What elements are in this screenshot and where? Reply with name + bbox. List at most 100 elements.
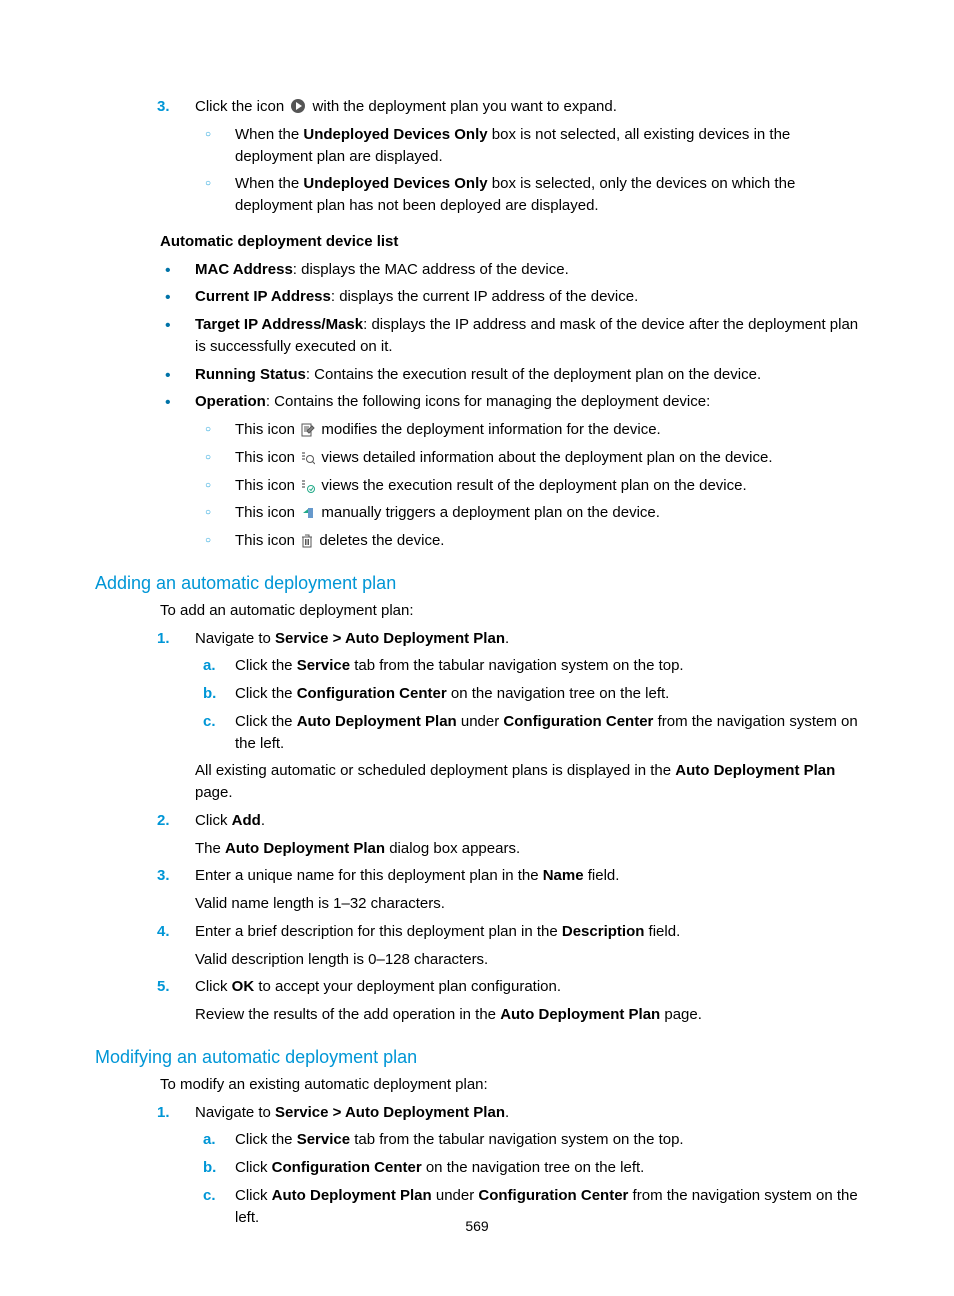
text: This icon xyxy=(235,477,299,494)
bold-text: Auto Deployment Plan xyxy=(225,840,385,857)
alpha-marker: c. xyxy=(203,1185,216,1207)
list-item: Target IP Address/Mask: displays the IP … xyxy=(195,314,859,358)
result-text: Valid description length is 0–128 charac… xyxy=(195,949,859,971)
bold-text: Service xyxy=(297,657,350,674)
sub-step-b: b. Click Configuration Center on the nav… xyxy=(195,1157,859,1179)
add-step-1: 1. Navigate to Service > Auto Deployment… xyxy=(195,628,859,804)
intro-text: To modify an existing automatic deployme… xyxy=(95,1074,859,1096)
step-number: 4. xyxy=(157,921,170,943)
text: views the execution result of the deploy… xyxy=(321,477,746,494)
trigger-icon xyxy=(301,506,315,520)
delete-icon xyxy=(301,534,313,548)
op-icon-item: This icon views detailed information abo… xyxy=(195,447,859,469)
text: This icon xyxy=(235,504,299,521)
text: page. xyxy=(660,1006,702,1023)
text: : displays the MAC address of the device… xyxy=(293,261,569,278)
text: Click the xyxy=(235,713,297,730)
bold-text: Auto Deployment Plan xyxy=(297,713,457,730)
text: This icon xyxy=(235,421,295,438)
view-detail-icon xyxy=(301,451,315,465)
text: field. xyxy=(584,867,620,884)
list-item: MAC Address: displays the MAC address of… xyxy=(195,259,859,281)
text: When the xyxy=(235,126,303,143)
text: on the navigation tree on the left. xyxy=(447,685,670,702)
text: Click the xyxy=(235,657,297,674)
result-text: Review the results of the add operation … xyxy=(195,1004,859,1026)
bold-text: Service > Auto Deployment Plan xyxy=(275,630,505,647)
intro-text: To add an automatic deployment plan: xyxy=(95,600,859,622)
text: This icon xyxy=(235,449,299,466)
add-steps: 1. Navigate to Service > Auto Deployment… xyxy=(95,628,859,1026)
bold-text: OK xyxy=(232,978,255,995)
text: under xyxy=(457,713,504,730)
text: : Contains the following icons for manag… xyxy=(266,393,710,410)
subheading: Automatic deployment device list xyxy=(95,231,859,253)
text: Navigate to xyxy=(195,630,275,647)
bold-text: Current IP Address xyxy=(195,288,331,305)
sub-step-a: a. Click the Service tab from the tabula… xyxy=(195,1129,859,1151)
expand-icon xyxy=(290,98,306,114)
text: Click xyxy=(235,1187,272,1204)
text: The xyxy=(195,840,225,857)
bold-text: Service xyxy=(297,1131,350,1148)
text: . xyxy=(505,630,509,647)
op-icon-item: This icon views the execution result of … xyxy=(195,475,859,497)
bold-text: Service > Auto Deployment Plan xyxy=(275,1104,505,1121)
text: All existing automatic or scheduled depl… xyxy=(195,762,675,779)
add-step-2: 2. Click Add. The Auto Deployment Plan d… xyxy=(195,810,859,860)
bold-text: Running Status xyxy=(195,366,306,383)
list-item: Current IP Address: displays the current… xyxy=(195,286,859,308)
alpha-marker: b. xyxy=(203,1157,216,1179)
page-number: 569 xyxy=(0,1216,954,1236)
text: Click the xyxy=(235,685,297,702)
bold-text: Auto Deployment Plan xyxy=(675,762,835,779)
sub-item: When the Undeployed Devices Only box is … xyxy=(195,173,859,217)
add-step-4: 4. Enter a brief description for this de… xyxy=(195,921,859,971)
text: Click the icon xyxy=(195,98,288,115)
modify-steps: 1. Navigate to Service > Auto Deployment… xyxy=(95,1102,859,1229)
bold-text: Undeployed Devices Only xyxy=(303,126,487,143)
auto-device-list: MAC Address: displays the MAC address of… xyxy=(95,259,859,552)
bold-text: Add xyxy=(232,812,261,829)
list-item: Operation: Contains the following icons … xyxy=(195,391,859,552)
add-step-5: 5. Click OK to accept your deployment pl… xyxy=(195,976,859,1026)
sub-step-b: b. Click the Configuration Center on the… xyxy=(195,683,859,705)
text: field. xyxy=(644,923,680,940)
bold-text: Target IP Address/Mask xyxy=(195,316,363,333)
text: to accept your deployment plan configura… xyxy=(254,978,561,995)
edit-icon xyxy=(301,423,315,437)
text: This icon xyxy=(235,532,299,549)
step-number: 1. xyxy=(157,1102,170,1124)
op-icon-item: This icon deletes the device. xyxy=(195,530,859,552)
sub-step-a: a. Click the Service tab from the tabula… xyxy=(195,655,859,677)
text: Click xyxy=(195,978,232,995)
view-result-icon xyxy=(301,479,315,493)
text: deletes the device. xyxy=(319,532,444,549)
section-heading-modify: Modifying an automatic deployment plan xyxy=(95,1044,859,1070)
mod-step-1: 1. Navigate to Service > Auto Deployment… xyxy=(195,1102,859,1229)
alpha-marker: a. xyxy=(203,655,216,677)
step-number: 3. xyxy=(157,96,170,118)
alpha-marker: a. xyxy=(203,1129,216,1151)
bold-text: MAC Address xyxy=(195,261,293,278)
bold-text: Undeployed Devices Only xyxy=(303,175,487,192)
result-text: Valid name length is 1–32 characters. xyxy=(195,893,859,915)
text: tab from the tabular navigation system o… xyxy=(350,1131,684,1148)
bold-text: Auto Deployment Plan xyxy=(272,1187,432,1204)
bold-text: Configuration Center xyxy=(478,1187,628,1204)
sub-item: When the Undeployed Devices Only box is … xyxy=(195,124,859,168)
text: views detailed information about the dep… xyxy=(321,449,772,466)
result-text: All existing automatic or scheduled depl… xyxy=(195,760,859,804)
text: Enter a brief description for this deplo… xyxy=(195,923,562,940)
bold-text: Auto Deployment Plan xyxy=(500,1006,660,1023)
step-3: 3. Click the icon with the deployment pl… xyxy=(195,96,859,217)
alpha-marker: b. xyxy=(203,683,216,705)
add-step-3: 3. Enter a unique name for this deployme… xyxy=(195,865,859,915)
text: Click xyxy=(235,1159,272,1176)
step-number: 2. xyxy=(157,810,170,832)
bold-text: Name xyxy=(543,867,584,884)
text: Navigate to xyxy=(195,1104,275,1121)
text: under xyxy=(432,1187,479,1204)
text: with the deployment plan you want to exp… xyxy=(313,98,617,115)
bold-text: Configuration Center xyxy=(503,713,653,730)
